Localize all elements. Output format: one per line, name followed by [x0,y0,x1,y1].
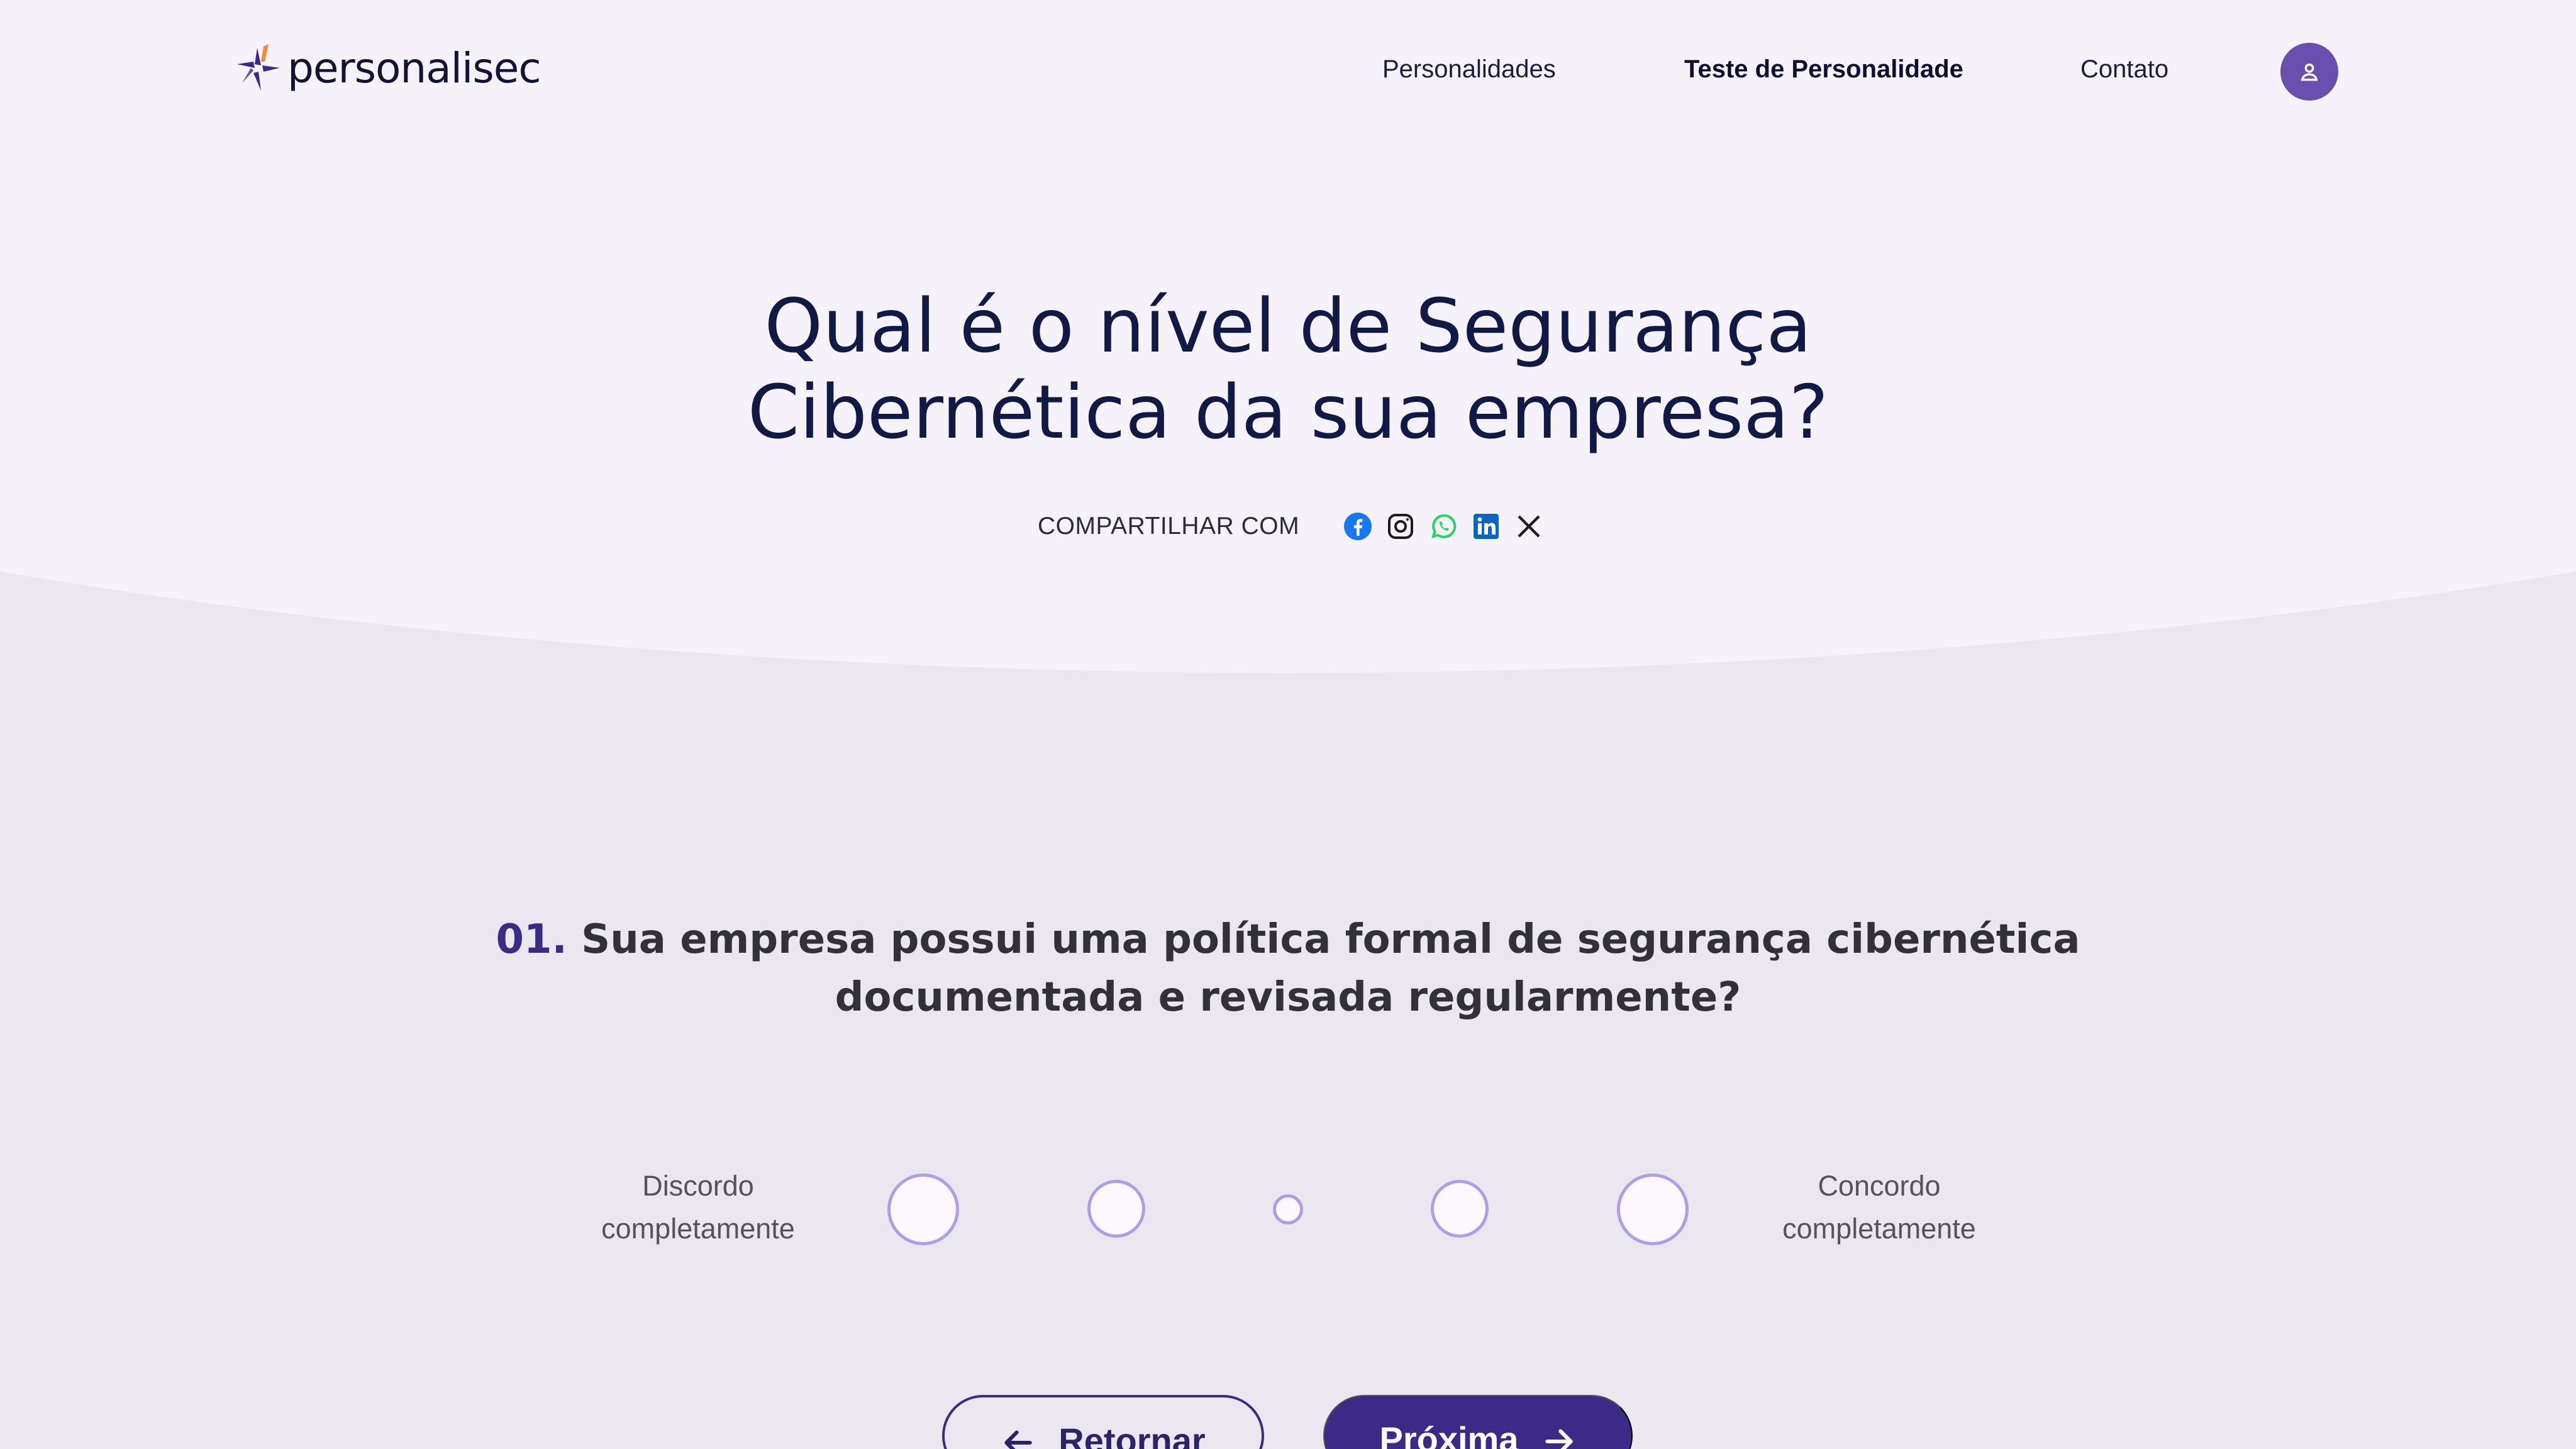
scale-label-agree-line-1: Concordo [1818,1170,1941,1202]
share-label: COMPARTILHAR COM [1038,513,1300,540]
scale-label-disagree: Discordo completamente [585,1165,811,1250]
scale-option-5[interactable] [1617,1174,1689,1245]
scale-label-disagree-line-1: Discordo [642,1170,754,1202]
question-number: 01. [496,916,567,963]
logo-star-icon [237,44,280,91]
nav-contato[interactable]: Contato [2080,55,2168,84]
question-text-line-2: documentada e revisada regularmente? [835,974,1741,1021]
arrow-left-icon [1004,1430,1032,1449]
header: personalisec Personalidades Teste de Per… [0,0,2576,145]
question: 01. Sua empresa possui uma política form… [0,911,2576,1026]
page: personalisec Personalidades Teste de Per… [0,0,2576,1449]
page-title-line-2: Cibernética da sua empresa? [747,369,1829,455]
scale-option-1[interactable] [887,1174,959,1245]
user-icon [2301,63,2318,81]
instagram-icon[interactable] [1385,511,1416,542]
question-text-line-1: Sua empresa possui uma política formal d… [581,916,2080,963]
next-button-label: Próxima [1379,1419,1519,1449]
scale-label-agree-line-2: completamente [1782,1213,1976,1245]
back-button[interactable]: Retornar [942,1395,1264,1449]
question-line-1: 01. Sua empresa possui uma política form… [0,911,2576,969]
next-button[interactable]: Próxima [1323,1395,1633,1449]
scale-option-4[interactable] [1431,1180,1489,1238]
page-title-line-1: Qual é o nível de Segurança [764,282,1812,369]
back-button-label: Retornar [1058,1421,1206,1449]
user-account-button[interactable] [2280,43,2338,101]
linkedin-icon[interactable] [1470,511,1502,542]
page-title: Qual é o nível de Segurança Cibernética … [0,283,2576,455]
scale-option-3[interactable] [1273,1194,1303,1224]
nav-teste-de-personalidade[interactable]: Teste de Personalidade [1684,55,1963,84]
scale-option-2[interactable] [1087,1180,1145,1238]
scale-label-disagree-line-2: completamente [601,1213,795,1245]
whatsapp-icon[interactable] [1428,511,1459,542]
share-bar: COMPARTILHAR COM [1038,511,1556,542]
x-icon[interactable] [1513,511,1545,542]
logo[interactable]: personalisec [236,43,541,93]
facebook-icon[interactable] [1342,511,1374,542]
arrow-right-icon [1545,1429,1573,1449]
scale-label-agree: Concordo completamente [1766,1165,1992,1250]
nav-personalidades[interactable]: Personalidades [1382,55,1556,84]
logo-text: personalisec [287,43,541,92]
